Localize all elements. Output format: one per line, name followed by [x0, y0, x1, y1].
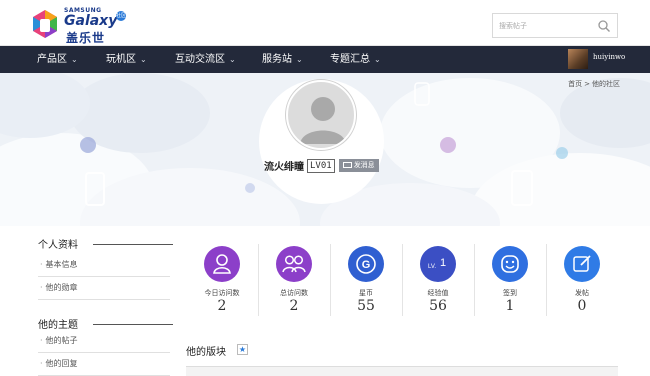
logo-badge: 社区 [116, 11, 127, 21]
bullet-icon: · [40, 336, 43, 345]
nav-item-interaction[interactable]: 互动交流区 ⌄ [175, 46, 236, 73]
boards-list [186, 367, 618, 376]
profile-user-line: 流火绯瞳 LV01 发消息 [264, 155, 379, 173]
star-icon[interactable]: ★ [237, 344, 248, 355]
send-message-button[interactable]: 发消息 [338, 159, 379, 172]
boards-title: 他的版块 [186, 347, 226, 358]
search-box [492, 13, 618, 38]
nav-username[interactable]: huiyinwo [593, 53, 625, 61]
site-header: SAMSUNG Galaxy 盖乐世 社区 [0, 0, 650, 46]
stat-icon-circle [204, 246, 240, 282]
group-icon [282, 255, 306, 273]
bullet-icon: · [40, 283, 43, 292]
section-divider [93, 324, 173, 325]
chevron-down-icon: ⌄ [374, 55, 381, 64]
chevron-down-icon: ⌄ [140, 55, 147, 64]
nav-item-play[interactable]: 玩机区 ⌄ [106, 46, 147, 73]
sidebar-link-label: 他的回复 [45, 359, 78, 368]
level-glyph-prefix: LV. [428, 264, 436, 270]
stat-value: 1 [505, 298, 515, 314]
section-divider [93, 244, 173, 245]
nav-item-label: 专题汇总 [330, 54, 370, 65]
level-icon: LV. 1 [428, 257, 446, 270]
breadcrumb-current: 他的社区 [592, 80, 620, 88]
search-input[interactable] [499, 19, 595, 33]
topics-title: 他的主题 [38, 320, 78, 331]
stat-value: 0 [577, 298, 587, 314]
nav-item-service[interactable]: 服务站 ⌄ [262, 46, 303, 73]
stat-label: 今日访问数 [204, 289, 240, 297]
stat-value: 56 [429, 298, 447, 314]
sidebar-link-posts[interactable]: · 他的帖子 [38, 332, 170, 353]
sidebar-link-label: 他的勋章 [45, 283, 78, 292]
sidebar-link-replies[interactable]: · 他的回复 [38, 355, 170, 376]
stat-checkin: 签到 1 [474, 238, 546, 320]
stat-label: 星币 [359, 289, 373, 297]
person-icon [213, 254, 231, 274]
stat-label: 发帖 [575, 289, 589, 297]
stats-panel: 今日访问数 2 总访问数 2 G 星币 55 LV. 1 经验值 56 签到 1… [186, 238, 618, 326]
sidebar-link-label: 他的帖子 [45, 336, 78, 345]
sidebar-link-label: 基本信息 [45, 260, 78, 269]
main-nav: 产品区 ⌄ 玩机区 ⌄ 互动交流区 ⌄ 服务站 ⌄ 专题汇总 ⌄ huiyinwo [0, 46, 650, 73]
breadcrumb: 首页 > 他的社区 [568, 79, 620, 89]
level-glyph-number: 1 [440, 257, 446, 269]
stat-icon-circle: G [348, 246, 384, 282]
logo-product: Galaxy [64, 13, 118, 29]
bullet-icon: · [40, 260, 43, 269]
stat-label: 总访问数 [280, 289, 308, 297]
chevron-down-icon: ⌄ [229, 55, 236, 64]
chevron-down-icon: ⌄ [71, 55, 78, 64]
chevron-down-icon: ⌄ [296, 55, 303, 64]
site-logo[interactable]: SAMSUNG Galaxy 盖乐世 社区 [30, 5, 130, 45]
stat-label: 签到 [503, 289, 517, 297]
stat-value: 2 [217, 298, 227, 314]
level-badge: LV01 [307, 158, 335, 173]
nav-item-label: 产品区 [37, 54, 67, 65]
stat-total-visits: 总访问数 2 [258, 238, 330, 320]
profile-avatar [286, 80, 356, 150]
send-message-label: 发消息 [353, 161, 375, 169]
nav-item-label: 服务站 [262, 54, 292, 65]
profile-username: 流火绯瞳 [264, 162, 304, 173]
sidebar-link-basic-info[interactable]: · 基本信息 [38, 256, 170, 277]
stat-experience: LV. 1 经验值 56 [402, 238, 474, 320]
stat-coins: G 星币 55 [330, 238, 402, 320]
stat-icon-circle [276, 246, 312, 282]
stat-icon-circle [492, 246, 528, 282]
avatar[interactable] [568, 49, 588, 69]
nav-item-label: 互动交流区 [175, 54, 225, 65]
personal-info-title: 个人资料 [38, 240, 78, 251]
galaxy-logo-icon [33, 10, 57, 38]
logo-cn: 盖乐世 [66, 31, 106, 45]
nav-item-label: 玩机区 [106, 54, 136, 65]
nav-item-products[interactable]: 产品区 ⌄ [37, 46, 78, 73]
stat-icon-circle [564, 246, 600, 282]
stat-today-visits: 今日访问数 2 [186, 238, 258, 320]
bullet-icon: · [40, 359, 43, 368]
stat-label: 经验值 [427, 289, 449, 297]
breadcrumb-separator: > [584, 80, 590, 88]
stat-icon-circle: LV. 1 [420, 246, 456, 282]
sidebar-link-medals[interactable]: · 他的勋章 [38, 279, 170, 300]
breadcrumb-home[interactable]: 首页 [568, 80, 582, 88]
stat-value: 55 [357, 298, 375, 314]
search-icon[interactable] [597, 19, 611, 33]
envelope-icon [342, 162, 352, 168]
coin-glyph: G [362, 259, 371, 271]
stat-posts: 发帖 0 [546, 238, 618, 320]
nav-item-topics[interactable]: 专题汇总 ⌄ [330, 46, 381, 73]
stat-value: 2 [289, 298, 299, 314]
edit-icon [573, 255, 591, 272]
smile-icon [501, 255, 519, 273]
coin-icon: G [356, 254, 376, 274]
